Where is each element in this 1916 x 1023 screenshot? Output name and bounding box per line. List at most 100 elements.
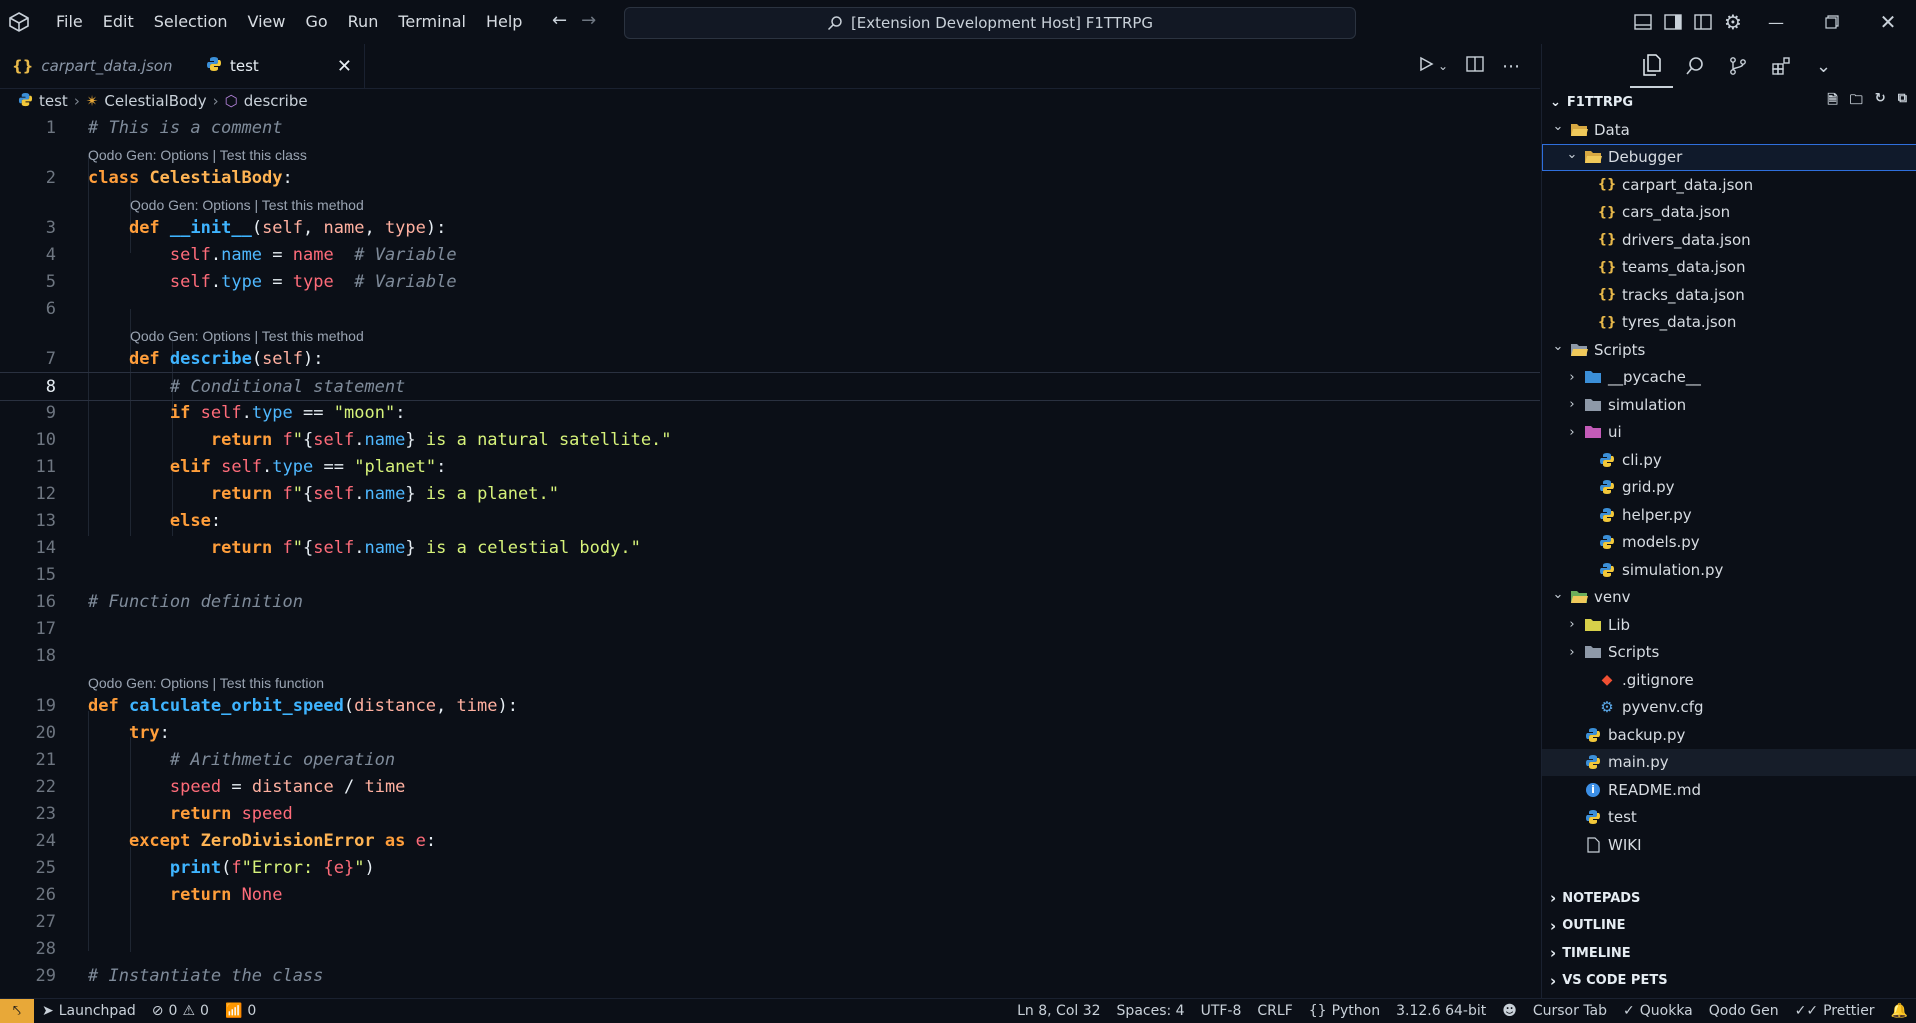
- copilot-icon[interactable]: ☻: [1494, 1003, 1525, 1019]
- tree-item-helper-py[interactable]: helper.py: [1542, 501, 1916, 529]
- tree-item-tracks-data-json[interactable]: {} tracks_data.json: [1542, 281, 1916, 309]
- close-window-icon[interactable]: ✕: [1860, 0, 1916, 44]
- tree-item-grid-py[interactable]: grid.py: [1542, 474, 1916, 502]
- extensions-icon[interactable]: [1759, 44, 1802, 88]
- menu-terminal[interactable]: Terminal: [388, 0, 476, 44]
- python-icon: [1584, 809, 1602, 825]
- ports-count: 0: [247, 1003, 257, 1019]
- toggle-secondary-sidebar-icon[interactable]: [1688, 7, 1718, 37]
- section-timeline[interactable]: › TIMELINE: [1542, 940, 1916, 968]
- panel-sections: › NOTEPADS › OUTLINE › TIMELINE › VS CODE PETS: [1542, 885, 1916, 995]
- tree-item-readme-md[interactable]: i README.md: [1542, 776, 1916, 804]
- qodo-lens[interactable]: Qodo Gen: Options | Test this method: [130, 194, 364, 216]
- tree-item-tyres-data-json[interactable]: {} tyres_data.json: [1542, 309, 1916, 337]
- refresh-icon[interactable]: ↻: [1875, 91, 1886, 113]
- tab-test[interactable]: test ✕: [194, 44, 365, 88]
- tree-item-scripts[interactable]: ⌄ Scripts: [1542, 336, 1916, 364]
- code-line: 21 # Arithmetic operation: [0, 746, 1540, 773]
- tree-item-venv[interactable]: ⌄ venv: [1542, 584, 1916, 612]
- tree-item-data[interactable]: ⌄ Data: [1542, 116, 1916, 144]
- explorer-files-icon[interactable]: [1630, 44, 1673, 88]
- folder-icon: [1584, 644, 1602, 660]
- breadcrumb-file[interactable]: test: [39, 92, 68, 110]
- tree-item-drivers-data-json[interactable]: {} drivers_data.json: [1542, 226, 1916, 254]
- forward-arrow-icon[interactable]: →: [581, 10, 596, 31]
- source-control-icon[interactable]: [1716, 44, 1759, 88]
- title-actions: ⚙ — ✕: [1628, 0, 1916, 44]
- prettier-item[interactable]: ✓✓ Prettier: [1787, 1003, 1883, 1019]
- chevron-right-icon: ›: [1569, 424, 1575, 440]
- breadcrumb-class[interactable]: CelestialBody: [104, 92, 206, 110]
- line-number: 13: [35, 510, 56, 531]
- tree-item-wiki[interactable]: WIKI: [1542, 831, 1916, 859]
- code-editor[interactable]: 1 # This is a comment Qodo Gen: Options |…: [0, 112, 1540, 998]
- split-editor-icon[interactable]: [1466, 56, 1484, 76]
- tree-item-pyvenv-cfg[interactable]: ⚙ pyvenv.cfg: [1542, 694, 1916, 722]
- menu-edit[interactable]: Edit: [93, 0, 144, 44]
- quokka-icon: ✓: [1623, 1003, 1635, 1019]
- section-outline[interactable]: › OUTLINE: [1542, 912, 1916, 940]
- menu-selection[interactable]: Selection: [144, 0, 238, 44]
- restore-icon[interactable]: [1804, 0, 1860, 44]
- ports-item[interactable]: 📶 0: [217, 1003, 264, 1019]
- section-notepads[interactable]: › NOTEPADS: [1542, 885, 1916, 913]
- indentation[interactable]: Spaces: 4: [1109, 1003, 1193, 1019]
- search-icon[interactable]: [1673, 44, 1716, 88]
- remote-indicator-icon[interactable]: ⤣: [0, 999, 34, 1023]
- back-arrow-icon[interactable]: ←: [552, 10, 567, 31]
- menu-view[interactable]: View: [238, 0, 296, 44]
- run-python-file-icon[interactable]: [1418, 56, 1434, 76]
- tree-item-carpart-data-json[interactable]: {} carpart_data.json: [1542, 171, 1916, 199]
- section-vs-code-pets[interactable]: › VS CODE PETS: [1542, 967, 1916, 995]
- notifications-bell-icon[interactable]: 🔔: [1883, 1003, 1916, 1019]
- tree-item-simulation[interactable]: › simulation: [1542, 391, 1916, 419]
- qodo-lens[interactable]: Qodo Gen: Options | Test this method: [130, 325, 364, 347]
- minimize-icon[interactable]: —: [1748, 0, 1804, 44]
- cursor-tab[interactable]: Cursor Tab: [1525, 1003, 1615, 1019]
- cursor-position[interactable]: Ln 8, Col 32: [1009, 1003, 1108, 1019]
- tree-item-debugger[interactable]: ⌄ Debugger: [1542, 143, 1916, 171]
- menu-run[interactable]: Run: [338, 0, 389, 44]
- tree-item-models-py[interactable]: models.py: [1542, 529, 1916, 557]
- collapse-all-icon[interactable]: ⧉: [1898, 91, 1907, 113]
- interpreter[interactable]: 3.12.6 64-bit: [1388, 1003, 1494, 1019]
- tree-item-cli-py[interactable]: cli.py: [1542, 446, 1916, 474]
- more-actions-icon[interactable]: ⋯: [1502, 56, 1520, 77]
- menu-help[interactable]: Help: [476, 0, 532, 44]
- toggle-primary-sidebar-icon[interactable]: [1628, 7, 1658, 37]
- quokka-item[interactable]: ✓ Quokka: [1615, 1003, 1701, 1019]
- problems-item[interactable]: ⊘ 0 ⚠ 0: [144, 1003, 217, 1019]
- tree-item-teams-data-json[interactable]: {} teams_data.json: [1542, 254, 1916, 282]
- tab-carpart-data[interactable]: {} carpart_data.json: [0, 44, 195, 88]
- chevron-down-icon[interactable]: ⌄: [1802, 44, 1845, 88]
- tree-item-lib[interactable]: › Lib: [1542, 611, 1916, 639]
- language-mode[interactable]: {} Python: [1301, 1003, 1388, 1019]
- tree-item-backup-py[interactable]: backup.py: [1542, 721, 1916, 749]
- explorer-root-header[interactable]: ⌄ F1TTRPG 🗎 🗀 ↻ ⧉: [1542, 88, 1916, 116]
- end-of-line[interactable]: CRLF: [1249, 1003, 1300, 1019]
- tree-item-pycache[interactable]: › __pycache__: [1542, 364, 1916, 392]
- run-dropdown-chevron-icon[interactable]: ⌄: [1438, 59, 1448, 73]
- tree-item-gitignore[interactable]: ◆ .gitignore: [1542, 666, 1916, 694]
- tree-item-ui[interactable]: › ui: [1542, 419, 1916, 447]
- qodo-lens[interactable]: Qodo Gen: Options | Test this class: [88, 144, 307, 166]
- tree-item-simulation-py[interactable]: simulation.py: [1542, 556, 1916, 584]
- qodo-lens[interactable]: Qodo Gen: Options | Test this function: [88, 672, 324, 694]
- menu-go[interactable]: Go: [295, 0, 337, 44]
- new-file-icon[interactable]: 🗎: [1827, 91, 1837, 113]
- tree-item-scripts[interactable]: › Scripts: [1542, 639, 1916, 667]
- tree-item-test[interactable]: test: [1542, 804, 1916, 832]
- menu-file[interactable]: File: [46, 0, 93, 44]
- command-center[interactable]: [Extension Development Host] F1TTRPG: [624, 7, 1356, 39]
- tree-item-main-py[interactable]: main.py: [1542, 748, 1916, 776]
- line-number: 14: [35, 537, 56, 558]
- close-tab-icon[interactable]: ✕: [337, 56, 352, 77]
- breadcrumb-method[interactable]: describe: [244, 92, 308, 110]
- encoding[interactable]: UTF-8: [1193, 1003, 1250, 1019]
- settings-gear-icon[interactable]: ⚙: [1718, 7, 1748, 37]
- launchpad-item[interactable]: ➤ Launchpad: [34, 1003, 144, 1019]
- qodo-gen[interactable]: Qodo Gen: [1701, 1003, 1787, 1019]
- toggle-panel-icon[interactable]: [1658, 7, 1688, 37]
- new-folder-icon[interactable]: 🗀: [1850, 91, 1863, 113]
- tree-item-cars-data-json[interactable]: {} cars_data.json: [1542, 199, 1916, 227]
